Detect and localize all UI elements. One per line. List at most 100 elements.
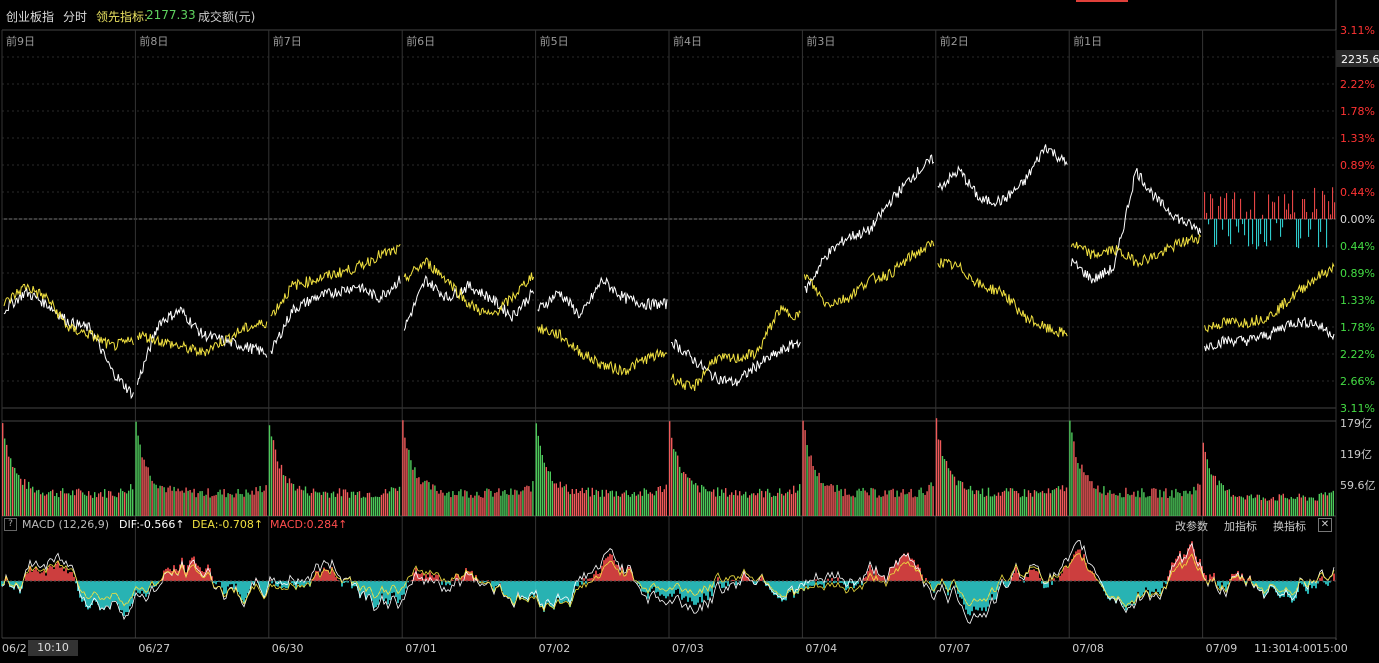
volume-bar (255, 487, 257, 516)
volume-bar (836, 484, 838, 516)
volume-bar (1276, 500, 1278, 516)
volume-bar (1252, 498, 1254, 516)
volume-bar (221, 494, 223, 516)
volume-bar (1111, 493, 1113, 516)
day-label: 前4日 (673, 34, 702, 48)
volume-bar (890, 489, 892, 516)
volume-bar (545, 467, 547, 516)
volume-bar (167, 487, 169, 516)
volume-bar (486, 488, 488, 516)
volume-bar (1033, 490, 1036, 516)
volume-bar (24, 479, 26, 516)
volume-bar (1238, 496, 1240, 516)
volume-bar (834, 491, 836, 516)
volume-bar (621, 493, 623, 516)
volume-bar (253, 494, 255, 516)
volume-bar (231, 494, 233, 516)
volume-bar (352, 491, 355, 516)
volume-bar (428, 482, 430, 516)
volume-bar (153, 483, 155, 516)
volume-bar (229, 493, 231, 516)
volume-bar (432, 484, 434, 516)
volume-bar (1097, 485, 1099, 516)
volume-bar (392, 487, 395, 516)
volume-bar (569, 494, 571, 516)
close-indicator-icon[interactable]: ✕ (1318, 518, 1332, 532)
volume-bar (537, 435, 539, 516)
volume-bar (685, 473, 687, 516)
add-indicator-button[interactable]: 加指标 (1224, 518, 1257, 534)
volume-bar (464, 490, 466, 516)
volume-bar (1262, 497, 1264, 516)
volume-bar (1288, 499, 1290, 516)
volume-bar (603, 496, 605, 516)
intraday-chart[interactable]: 3.11% 2.66% 2.22% 1.78% 1.33% 0.89% 0.44% 0.00%… (0, 0, 1379, 663)
volume-bar (609, 491, 611, 516)
volume-bar (1167, 497, 1169, 516)
day-label: 前3日 (806, 34, 835, 48)
volume-bar (424, 480, 426, 516)
volume-bar (288, 478, 291, 516)
volume-bar (854, 497, 856, 516)
percent-label: 1.78% (1340, 321, 1375, 334)
volume-bar (1210, 474, 1212, 516)
date-label: 06/30 (272, 642, 304, 655)
volume-bar (703, 486, 705, 516)
volume-bar (1256, 494, 1258, 516)
volume-bar (1027, 490, 1030, 516)
volume-bar (498, 488, 500, 516)
volume-bar (844, 488, 846, 516)
volume-bar (1280, 495, 1282, 516)
volume-bar (350, 491, 353, 516)
volume-bar (446, 492, 448, 516)
date-label: 07/09 (1206, 642, 1238, 655)
change-params-button[interactable]: 改参数 (1175, 518, 1208, 534)
volume-bar (416, 478, 418, 516)
volume-bar (139, 444, 141, 516)
volume-bar (719, 496, 721, 516)
volume-bar (1214, 475, 1216, 516)
volume-bar (137, 435, 139, 516)
volume-bar (492, 496, 494, 516)
volume-bar (769, 492, 771, 516)
volume-bar (711, 491, 713, 516)
volume-bar (989, 496, 992, 516)
volume-bar (120, 488, 122, 516)
volume-bar (1133, 491, 1135, 516)
volume-bar (967, 489, 970, 516)
volume-bar (717, 487, 719, 516)
macd-title[interactable]: MACD (12,26,9) (22, 518, 109, 531)
volume-bar (1326, 495, 1328, 516)
volume-bar (1127, 493, 1129, 516)
volume-bar (4, 438, 6, 516)
volume-bar (404, 437, 406, 516)
volume-bar (941, 455, 944, 516)
volume-bar (1332, 490, 1334, 516)
volume-bar (920, 487, 922, 516)
volume-bar (530, 491, 532, 516)
volume-bar (304, 486, 307, 516)
volume-bar (1236, 496, 1238, 516)
volume-bar (677, 455, 679, 516)
volume-bar (816, 476, 818, 516)
volume-bar (500, 495, 502, 516)
volume-bar (687, 477, 689, 516)
volume-bar (310, 492, 313, 516)
volume-bar (205, 494, 207, 516)
volume-bar (943, 459, 946, 516)
volume-bar (1151, 488, 1153, 516)
volume-bar (1103, 486, 1105, 516)
volume-bar (683, 471, 685, 516)
volume-bar (846, 494, 848, 516)
switch-indicator-button[interactable]: 换指标 (1273, 518, 1306, 534)
volume-bar (975, 490, 978, 516)
volume-bar (884, 490, 886, 516)
volume-bar (227, 493, 229, 516)
volume-bar (916, 496, 918, 516)
volume-bar (440, 490, 442, 516)
volume-bar (605, 489, 607, 516)
volume-bar (1109, 490, 1111, 516)
volume-bar (308, 495, 311, 516)
volume-bar (1260, 500, 1262, 516)
volume-bar (460, 489, 462, 516)
